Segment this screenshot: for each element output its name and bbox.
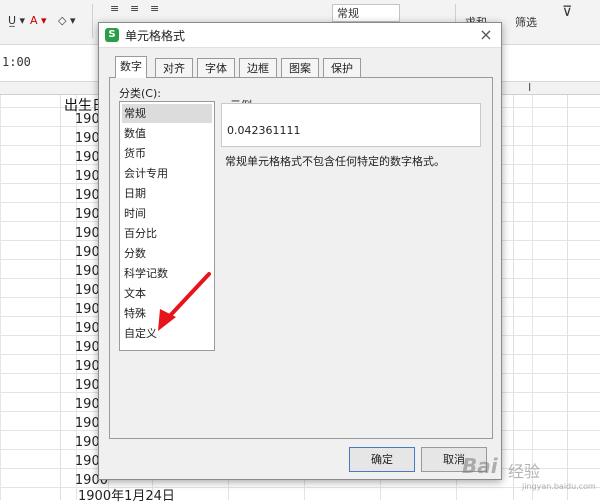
tab-border[interactable]: 边框 (239, 58, 277, 78)
category-item[interactable]: 自定义 (122, 324, 212, 343)
watermark-subtitle: 经验 (508, 462, 541, 481)
tab-alignment[interactable]: 对齐 (155, 58, 193, 78)
align-left-icon[interactable]: ≡ (110, 2, 119, 15)
font-color-icon[interactable]: A ▾ (30, 14, 47, 27)
filter-icon[interactable]: ⊽ (562, 4, 572, 20)
sample-value: 0.042361111 (227, 124, 301, 137)
date-cell[interactable]: 1900年1月24日 (78, 485, 175, 504)
category-item[interactable]: 日期 (122, 184, 212, 203)
ok-button[interactable]: 确定 (349, 447, 415, 472)
category-item[interactable]: 文本 (122, 284, 212, 303)
eraser-icon[interactable]: ◇ ▾ (58, 14, 75, 27)
baidu-watermark: Bai 经验 jingyan.baidu.com (462, 448, 597, 496)
category-item[interactable]: 货币 (122, 144, 212, 163)
category-item[interactable]: 会计专用 (122, 164, 212, 183)
category-label: 分类(C): (119, 87, 161, 100)
wps-logo-icon: S (105, 28, 119, 42)
name-box[interactable]: 1:00 (2, 55, 31, 69)
align-right-icon[interactable]: ≡ (150, 2, 159, 15)
category-item[interactable]: 科学记数 (122, 264, 212, 283)
format-description: 常规单元格格式不包含任何特定的数字格式。 (225, 155, 445, 168)
tab-protection[interactable]: 保护 (323, 58, 361, 78)
category-item[interactable]: 数值 (122, 124, 212, 143)
tab-pattern[interactable]: 图案 (281, 58, 319, 78)
number-format-select[interactable]: 常规 (332, 4, 400, 22)
format-cells-dialog: S 单元格格式 × 数字 对齐 字体 边框 图案 保护 分类(C): 常规 数值货… (98, 22, 502, 480)
category-item[interactable]: 时间 (122, 204, 212, 223)
dialog-titlebar[interactable]: S 单元格格式 × (99, 23, 501, 48)
category-item[interactable]: 特殊 (122, 304, 212, 323)
watermark-brand: Bai (462, 454, 498, 478)
category-item[interactable]: 分数 (122, 244, 212, 263)
underline-icon[interactable]: U̲ ▾ (8, 14, 25, 27)
align-center-icon[interactable]: ≡ (130, 2, 139, 15)
category-list[interactable]: 常规 数值 货币 会计专用 日期 时间 百分比 分数 科学记数 文本 特殊 自定义 (119, 101, 215, 351)
filter-button[interactable]: 筛选 (515, 14, 537, 30)
tab-font[interactable]: 字体 (197, 58, 235, 78)
category-item[interactable]: 百分比 (122, 224, 212, 243)
category-item[interactable]: 常规 (122, 104, 212, 123)
close-icon[interactable]: × (477, 26, 495, 44)
tab-number[interactable]: 数字 (115, 56, 147, 78)
column-header-I[interactable]: I (528, 81, 531, 94)
watermark-url: jingyan.baidu.com (522, 482, 596, 491)
dialog-title: 单元格格式 (125, 29, 186, 43)
